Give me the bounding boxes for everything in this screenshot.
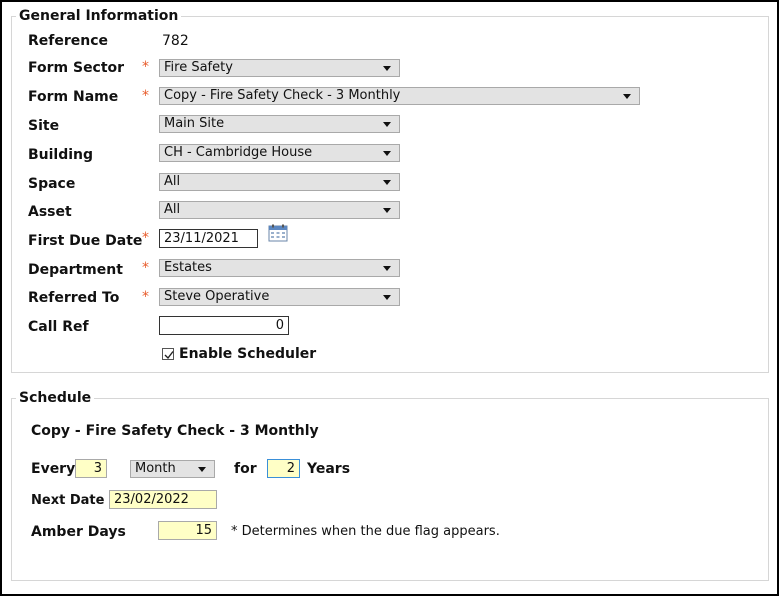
enable-scheduler-checkbox[interactable] [162,348,174,360]
amber-days-input[interactable]: 15 [158,521,217,540]
space-selected: All [164,174,181,189]
form-window: General Information Reference 782 Form S… [0,0,779,596]
space-select[interactable]: All [159,173,400,191]
chevron-down-icon [383,66,391,71]
building-select[interactable]: CH - Cambridge House [159,144,400,162]
check-icon [164,351,174,360]
asset-selected: All [164,202,181,217]
form-name-selected: Copy - Fire Safety Check - 3 Monthly [164,88,401,103]
call-ref-input[interactable]: 0 [159,316,289,335]
next-date-label: Next Date [31,493,105,508]
next-date-input[interactable]: 23/02/2022 [109,490,217,509]
site-select[interactable]: Main Site [159,115,400,133]
schedule-section: Schedule [11,390,769,581]
building-label: Building [28,147,94,163]
referred-to-label: Referred To [28,290,120,306]
form-name-select[interactable]: Copy - Fire Safety Check - 3 Monthly [159,87,640,105]
chevron-down-icon [383,151,391,156]
schedule-title: Copy - Fire Safety Check - 3 Monthly [31,423,319,439]
site-label: Site [28,118,60,134]
every-label: Every [31,461,76,477]
first-due-date-input[interactable]: 23/11/2021 [159,229,258,248]
chevron-down-icon [383,208,391,213]
form-sector-select[interactable]: Fire Safety [159,59,400,77]
chevron-down-icon [383,180,391,185]
years-label: Years [307,461,351,477]
frequency-unit-selected: Month [135,461,176,476]
every-input[interactable]: 3 [75,459,107,478]
department-select[interactable]: Estates [159,259,400,277]
form-sector-required-mark: * [142,59,149,75]
form-sector-selected: Fire Safety [164,60,233,75]
chevron-down-icon [623,94,631,99]
department-selected: Estates [164,260,212,275]
referred-to-required-mark: * [142,289,149,305]
department-required-mark: * [142,260,149,276]
chevron-down-icon [383,295,391,300]
chevron-down-icon [383,122,391,127]
form-name-label: Form Name [28,89,119,105]
schedule-legend: Schedule [19,390,92,406]
building-selected: CH - Cambridge House [164,145,313,160]
amber-days-note: * Determines when the due flag appears. [231,524,500,539]
asset-label: Asset [28,204,72,220]
enable-scheduler-label[interactable]: Enable Scheduler [179,346,316,362]
chevron-down-icon [198,467,206,472]
form-name-required-mark: * [142,88,149,104]
general-information-legend: General Information [19,8,179,24]
reference-label: Reference [28,33,109,49]
for-input[interactable]: 2 [267,459,300,478]
first-due-date-required-mark: * [142,230,149,246]
referred-to-select[interactable]: Steve Operative [159,288,400,306]
asset-select[interactable]: All [159,201,400,219]
first-due-date-label: First Due Date [28,233,143,249]
for-label: for [234,461,257,477]
referred-to-selected: Steve Operative [164,289,270,304]
department-label: Department [28,262,123,278]
chevron-down-icon [383,266,391,271]
frequency-unit-select[interactable]: Month [130,460,215,478]
reference-value: 782 [162,33,189,49]
form-sector-label: Form Sector [28,60,125,76]
calendar-icon[interactable] [268,224,288,242]
amber-days-label: Amber Days [31,524,126,540]
site-selected: Main Site [164,116,225,131]
space-label: Space [28,176,76,192]
call-ref-label: Call Ref [28,319,89,335]
